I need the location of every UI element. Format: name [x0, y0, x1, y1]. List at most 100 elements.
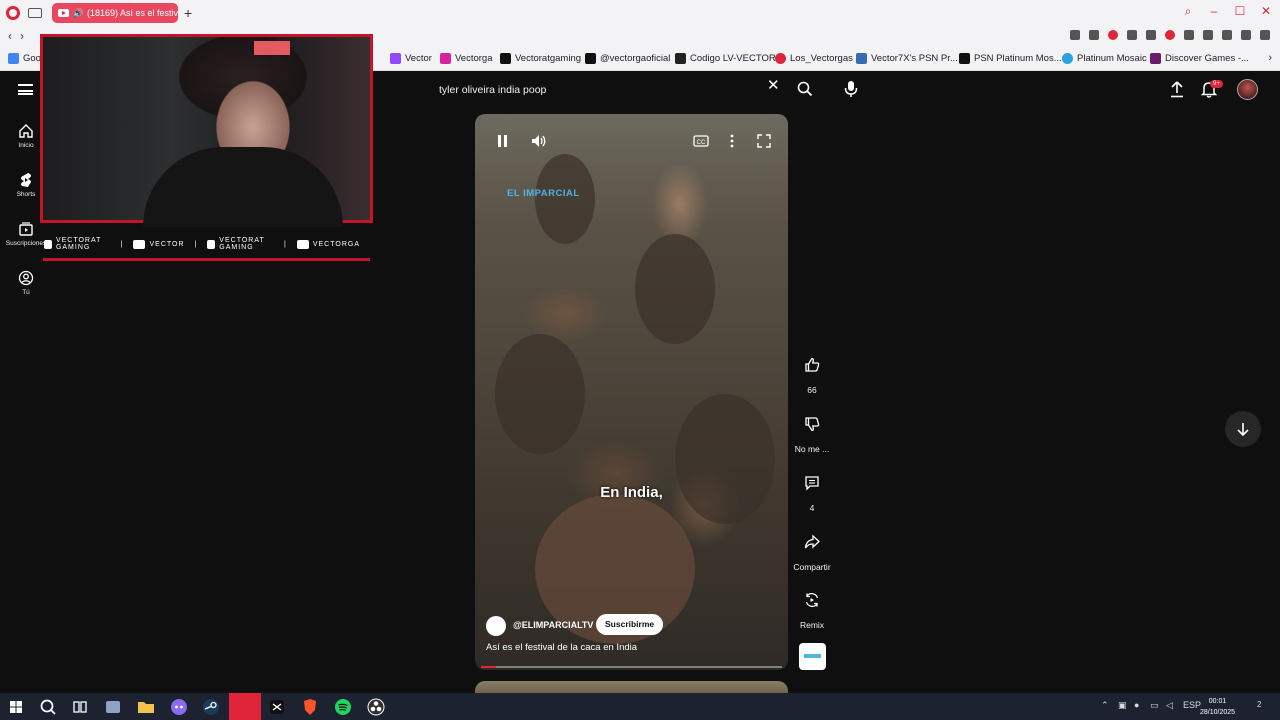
more-options-icon[interactable] [729, 134, 735, 148]
share-action[interactable]: Compartir [791, 525, 833, 572]
remix-action[interactable]: Remix [791, 583, 833, 630]
reddit-icon [775, 53, 786, 64]
bookmark-vector[interactable]: Vector [390, 53, 432, 64]
tab-youtube[interactable]: 🔊 (18169) Así es el festiv [52, 3, 178, 23]
taskbar-clock[interactable]: 00:01 28/10/2025 [1200, 696, 1235, 718]
fullscreen-icon[interactable] [757, 134, 771, 148]
dislike-button[interactable] [795, 407, 829, 441]
progress-bar[interactable] [481, 666, 782, 668]
sound-source-thumbnail[interactable] [799, 643, 826, 670]
clear-search-icon[interactable]: ✕ [767, 76, 780, 94]
opera-gx-taskbar-icon[interactable] [229, 693, 261, 720]
bookmark-vectorgaoficial[interactable]: @vectorgaoficial [585, 53, 670, 64]
task-view-icon[interactable] [70, 697, 90, 717]
notification-center-count[interactable]: 2 [1257, 700, 1261, 709]
minimize-button[interactable]: – [1208, 5, 1220, 17]
taskbar-search-icon[interactable] [38, 697, 58, 717]
tray-network-icon[interactable]: ▭ [1150, 700, 1159, 711]
bookmarks-more-icon[interactable]: › [1268, 52, 1272, 64]
hamburger-menu-icon[interactable] [18, 84, 33, 95]
bookmark-vectorga[interactable]: Vectorga [440, 53, 493, 64]
overlay-underline [43, 258, 370, 261]
windows-start-icon[interactable] [6, 697, 26, 717]
bookmark-codigo[interactable]: Codigo LV-VECTOR [675, 53, 776, 64]
captions-icon[interactable]: CC [693, 134, 709, 148]
tab-audio-icon[interactable]: 🔊 [73, 8, 84, 19]
remix-button[interactable] [795, 583, 829, 617]
play-icon[interactable] [1127, 30, 1137, 40]
instagram-icon [440, 53, 451, 64]
comments-button[interactable] [795, 466, 829, 500]
sidebar-item-tu[interactable]: Tú [0, 270, 52, 296]
search-icon[interactable] [797, 81, 813, 97]
pocket-icon[interactable] [1108, 30, 1118, 40]
short-title[interactable]: Así es el festival de la caca en India [486, 642, 637, 653]
microphone-icon[interactable] [844, 80, 858, 98]
account-avatar[interactable] [1237, 79, 1258, 100]
short-video-player[interactable]: CC EL IMPARCIAL En India, @ELIMPARCIALTV… [475, 114, 788, 670]
social-youtube: VECTORAT GAMING [44, 237, 111, 251]
capcut-icon[interactable] [267, 697, 287, 717]
download-icon[interactable] [1241, 30, 1251, 40]
new-tab-button[interactable]: + [184, 5, 192, 21]
spotify-icon[interactable] [333, 697, 353, 717]
channel-name[interactable]: @ELIMPARCIALTV [513, 620, 593, 630]
discord-icon[interactable] [169, 697, 189, 717]
bookmark-label: Vectorga [455, 53, 493, 64]
close-window-button[interactable]: ✕ [1260, 5, 1272, 17]
comments-action[interactable]: 4 [791, 466, 833, 513]
bookmark-platinum-mosaic[interactable]: Platinum Mosaic [1062, 53, 1147, 64]
brave-icon[interactable] [300, 697, 320, 717]
subscribe-button[interactable]: Suscribirme [596, 614, 664, 635]
share-button[interactable] [795, 525, 829, 559]
profile-icon[interactable] [1222, 30, 1232, 40]
obs-icon[interactable] [366, 697, 386, 717]
volume-icon[interactable] [531, 134, 547, 148]
maximize-button[interactable]: ☐ [1234, 5, 1246, 17]
instagram-icon [296, 239, 309, 249]
search-query-text[interactable]: tyler oliveira india poop [430, 84, 790, 96]
menu-icon[interactable] [1260, 30, 1270, 40]
workspaces-icon[interactable] [28, 8, 42, 18]
extensions-icon[interactable] [1203, 30, 1213, 40]
thumbs-down-icon [805, 417, 820, 432]
google-icon [8, 53, 19, 64]
dislike-action[interactable]: No me ... [791, 407, 833, 454]
search-tabs-icon[interactable]: ⌕ [1182, 5, 1194, 17]
bookmark-psn-platinum[interactable]: PSN Platinum Mos... [959, 53, 1062, 64]
opera-logo-icon[interactable] [6, 6, 20, 20]
pause-icon[interactable] [498, 135, 501, 147]
file-explorer-icon[interactable] [136, 697, 156, 717]
tray-mic-icon[interactable]: ● [1134, 700, 1139, 710]
like-button[interactable] [795, 348, 829, 382]
tray-overflow-icon[interactable]: ⌃ [1101, 700, 1109, 711]
pause-icon[interactable] [504, 135, 507, 147]
bookmark-los-vectorgas[interactable]: Los_Vectorgas [775, 53, 853, 64]
app-icon[interactable] [103, 697, 123, 717]
back-button[interactable]: ‹ [8, 29, 12, 43]
channel-logo[interactable] [486, 616, 506, 636]
bookmark-discover-games[interactable]: Discover Games -... [1150, 53, 1249, 64]
extension-d-icon[interactable] [1184, 30, 1194, 40]
snapshot-icon[interactable] [1089, 30, 1099, 40]
share-label: Compartir [793, 562, 831, 572]
extensions-toolbar [1070, 30, 1270, 40]
heart-icon[interactable] [1146, 30, 1156, 40]
arrow-down-icon [1237, 423, 1249, 436]
tray-app-icon[interactable]: ▣ [1118, 700, 1127, 711]
upload-icon[interactable] [1169, 81, 1185, 98]
tray-volume-icon[interactable]: ◁ [1166, 700, 1173, 711]
bookmark-icon[interactable] [1070, 30, 1080, 40]
extension-red-icon[interactable] [1165, 30, 1175, 40]
forward-button[interactable]: › [20, 29, 24, 43]
social-handle: VECTOR [149, 240, 185, 248]
search-input[interactable]: tyler oliveira india poop [430, 77, 790, 103]
like-action[interactable]: 66 [791, 348, 833, 395]
steam-icon[interactable] [201, 697, 221, 717]
next-video-button[interactable] [1225, 411, 1261, 447]
input-language[interactable]: ESP [1183, 700, 1201, 710]
streamer-figure [143, 147, 343, 227]
bookmark-vectoratgaming[interactable]: Vectoratgaming [500, 53, 581, 64]
bookmark-psn-profile[interactable]: Vector7X's PSN Pr... [856, 53, 958, 64]
you-icon [18, 270, 34, 286]
